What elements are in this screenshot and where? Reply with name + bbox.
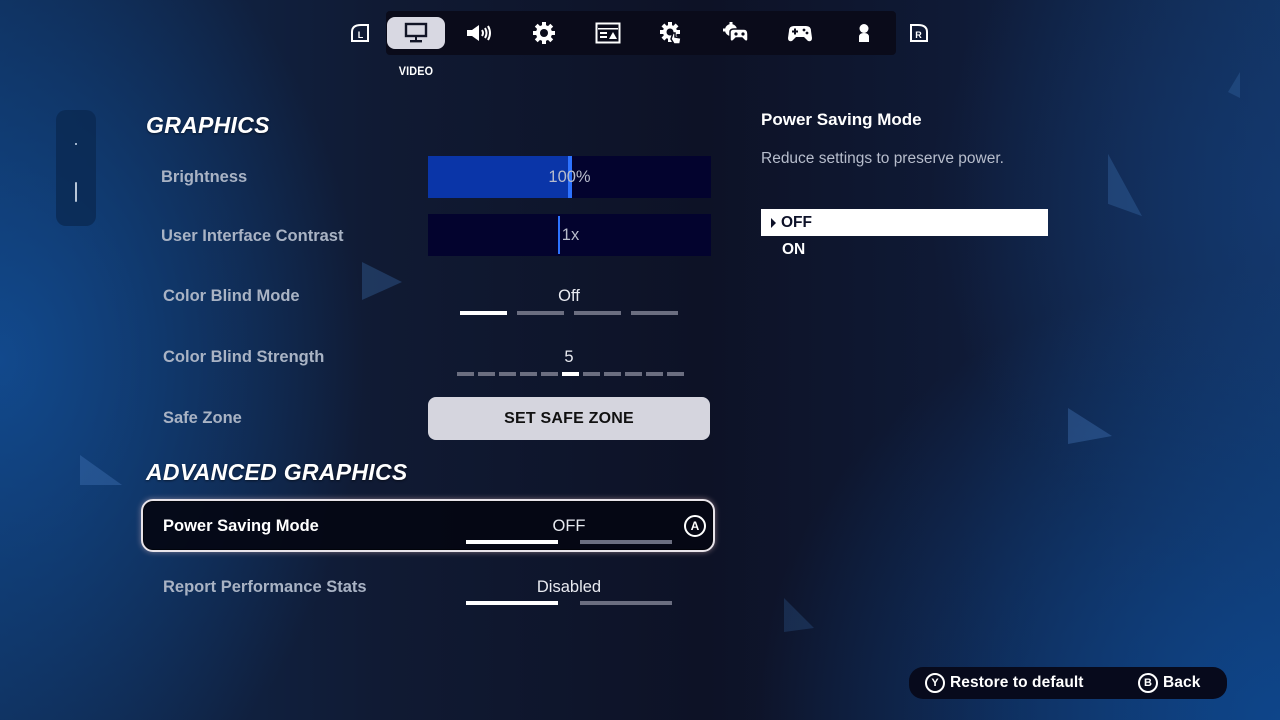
ui-contrast-slider[interactable]: 1x — [428, 214, 711, 256]
y-button-icon: Y — [925, 673, 945, 693]
report-performance-stats-value: Disabled — [536, 578, 602, 596]
segment-10[interactable] — [667, 372, 684, 376]
background-shard — [784, 598, 814, 632]
color-blind-mode-value: Off — [558, 287, 580, 305]
power-saving-mode-selector[interactable] — [466, 540, 672, 544]
segment-7[interactable] — [604, 372, 621, 376]
tab-account[interactable] — [835, 17, 893, 49]
restore-default-label: Restore to default — [950, 674, 1084, 691]
segment-2[interactable] — [499, 372, 516, 376]
segment-4[interactable] — [541, 372, 558, 376]
report-performance-stats-label: Report Performance Stats — [163, 578, 367, 596]
color-blind-strength-selector[interactable] — [457, 372, 684, 376]
section-title-advanced-graphics: ADVANCED GRAPHICS — [146, 459, 408, 485]
detail-title: Power Saving Mode — [761, 110, 922, 129]
tab-touch[interactable] — [643, 17, 701, 49]
scroll-dot — [75, 143, 77, 145]
color-blind-mode-label: Color Blind Mode — [163, 287, 300, 305]
color-blind-mode-selector[interactable] — [460, 311, 678, 315]
ui-contrast-value: 1x — [561, 225, 580, 244]
report-performance-stats-selector[interactable] — [466, 601, 672, 605]
segment-1[interactable] — [517, 311, 564, 315]
back-label: Back — [1163, 674, 1201, 691]
tab-controller-settings[interactable] — [707, 17, 765, 49]
svg-text:L: L — [358, 30, 364, 40]
gear-icon — [532, 21, 556, 45]
person-icon — [856, 23, 872, 43]
background-shard — [1108, 153, 1142, 217]
segment-0[interactable] — [466, 540, 558, 544]
touch-gear-icon — [659, 21, 685, 45]
option-label: ON — [782, 240, 806, 258]
segment-1[interactable] — [580, 540, 672, 544]
scroll-indicator[interactable] — [56, 110, 96, 226]
safe-zone-label: Safe Zone — [163, 409, 242, 427]
segment-8[interactable] — [625, 372, 642, 376]
detail-description: Reduce settings to preserve power. — [761, 150, 1004, 167]
option-off[interactable]: OFF — [761, 209, 1048, 236]
background-shard — [1228, 72, 1240, 98]
color-blind-strength-value: 5 — [564, 348, 574, 366]
active-tab-label: VIDEO — [398, 64, 434, 78]
background-shard — [80, 455, 122, 485]
segment-2[interactable] — [574, 311, 621, 315]
segment-0[interactable] — [457, 372, 474, 376]
scroll-thumb[interactable] — [75, 182, 77, 202]
option-label: OFF — [781, 213, 812, 231]
segment-3[interactable] — [520, 372, 537, 376]
segment-1[interactable] — [478, 372, 495, 376]
monitor-icon — [404, 22, 428, 44]
tab-audio[interactable] — [451, 17, 509, 49]
brightness-slider[interactable]: 100% — [428, 156, 711, 198]
left-bumper-icon[interactable]: L — [349, 22, 371, 44]
power-saving-mode-value: OFF — [552, 517, 586, 535]
ui-layout-icon — [595, 22, 621, 44]
a-button-icon[interactable]: A — [684, 515, 706, 537]
segment-5[interactable] — [562, 372, 579, 376]
segment-1[interactable] — [580, 601, 672, 605]
background-shard — [1068, 408, 1112, 444]
caret-right-icon — [771, 217, 776, 228]
tab-game[interactable] — [515, 17, 573, 49]
tab-controller[interactable] — [771, 17, 829, 49]
restore-default-button[interactable]: Y Restore to default — [925, 673, 1084, 693]
segment-0[interactable] — [460, 311, 507, 315]
gamepad-icon — [786, 23, 814, 43]
brightness-value: 100% — [548, 167, 591, 186]
option-on[interactable]: ON — [761, 236, 1048, 263]
segment-9[interactable] — [646, 372, 663, 376]
brightness-label: Brightness — [161, 168, 248, 186]
section-title-graphics: GRAPHICS — [146, 112, 270, 138]
segment-0[interactable] — [466, 601, 558, 605]
color-blind-strength-label: Color Blind Strength — [163, 348, 325, 366]
controller-gear-icon — [722, 22, 750, 44]
back-button[interactable]: B Back — [1138, 673, 1200, 693]
power-saving-mode-label: Power Saving Mode — [163, 517, 319, 535]
tab-video[interactable] — [387, 17, 445, 49]
footer-hint-bar: Y Restore to default B Back — [909, 667, 1227, 699]
speaker-icon — [465, 23, 495, 43]
background-shard — [362, 262, 402, 300]
svg-text:R: R — [915, 30, 922, 40]
tab-accessibility[interactable] — [579, 17, 637, 49]
set-safe-zone-button[interactable]: SET SAFE ZONE — [428, 397, 710, 440]
right-bumper-icon[interactable]: R — [908, 22, 930, 44]
segment-6[interactable] — [583, 372, 600, 376]
ui-contrast-label: User Interface Contrast — [161, 227, 344, 245]
segment-3[interactable] — [631, 311, 678, 315]
b-button-icon: B — [1138, 673, 1158, 693]
